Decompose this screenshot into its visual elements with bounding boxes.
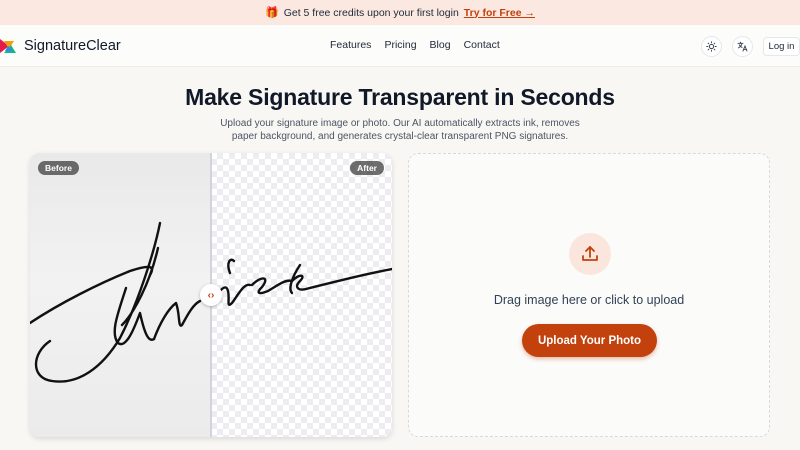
before-after-comparison[interactable]: ‹› Before After [30, 153, 392, 437]
arrows-left-right-icon: ‹› [207, 289, 215, 301]
top-nav: SignatureClear Features Pricing Blog Con… [0, 25, 800, 67]
sun-icon [706, 41, 717, 52]
upload-prompt: Drag image here or click to upload [493, 293, 685, 307]
login-button[interactable]: Log in [763, 37, 800, 56]
try-for-free-link[interactable]: Try for Free → [464, 7, 535, 19]
promo-text: Get 5 free credits upon your first login [283, 6, 459, 19]
brand-name: SignatureClear [24, 38, 121, 54]
upload-icon [582, 246, 598, 261]
after-label: After [350, 161, 384, 175]
upload-photo-button[interactable]: Upload Your Photo [522, 324, 657, 357]
nav-link-features[interactable]: Features [330, 39, 371, 51]
comparison-slider-handle[interactable]: ‹› [200, 284, 222, 306]
upload-icon-circle [569, 233, 611, 275]
translate-icon [737, 41, 748, 52]
gift-icon: 🎁 [265, 7, 279, 19]
upload-dropzone[interactable]: Drag image here or click to upload Uploa… [408, 153, 770, 437]
nav-link-blog[interactable]: Blog [430, 39, 451, 51]
nav-links: Features Pricing Blog Contact [330, 39, 500, 51]
page-title: Make Signature Transparent in Seconds [185, 84, 615, 110]
brand-logo[interactable]: SignatureClear [0, 37, 121, 55]
promo-banner: 🎁 Get 5 free credits upon your first log… [0, 0, 800, 25]
nav-link-pricing[interactable]: Pricing [384, 39, 416, 51]
nav-link-contact[interactable]: Contact [464, 39, 500, 51]
before-label: Before [38, 161, 79, 175]
theme-toggle-button[interactable] [701, 36, 722, 57]
language-button[interactable] [732, 36, 753, 57]
hero-subtitle: Upload your signature image or photo. Ou… [220, 118, 580, 142]
logo-icon [0, 37, 18, 55]
